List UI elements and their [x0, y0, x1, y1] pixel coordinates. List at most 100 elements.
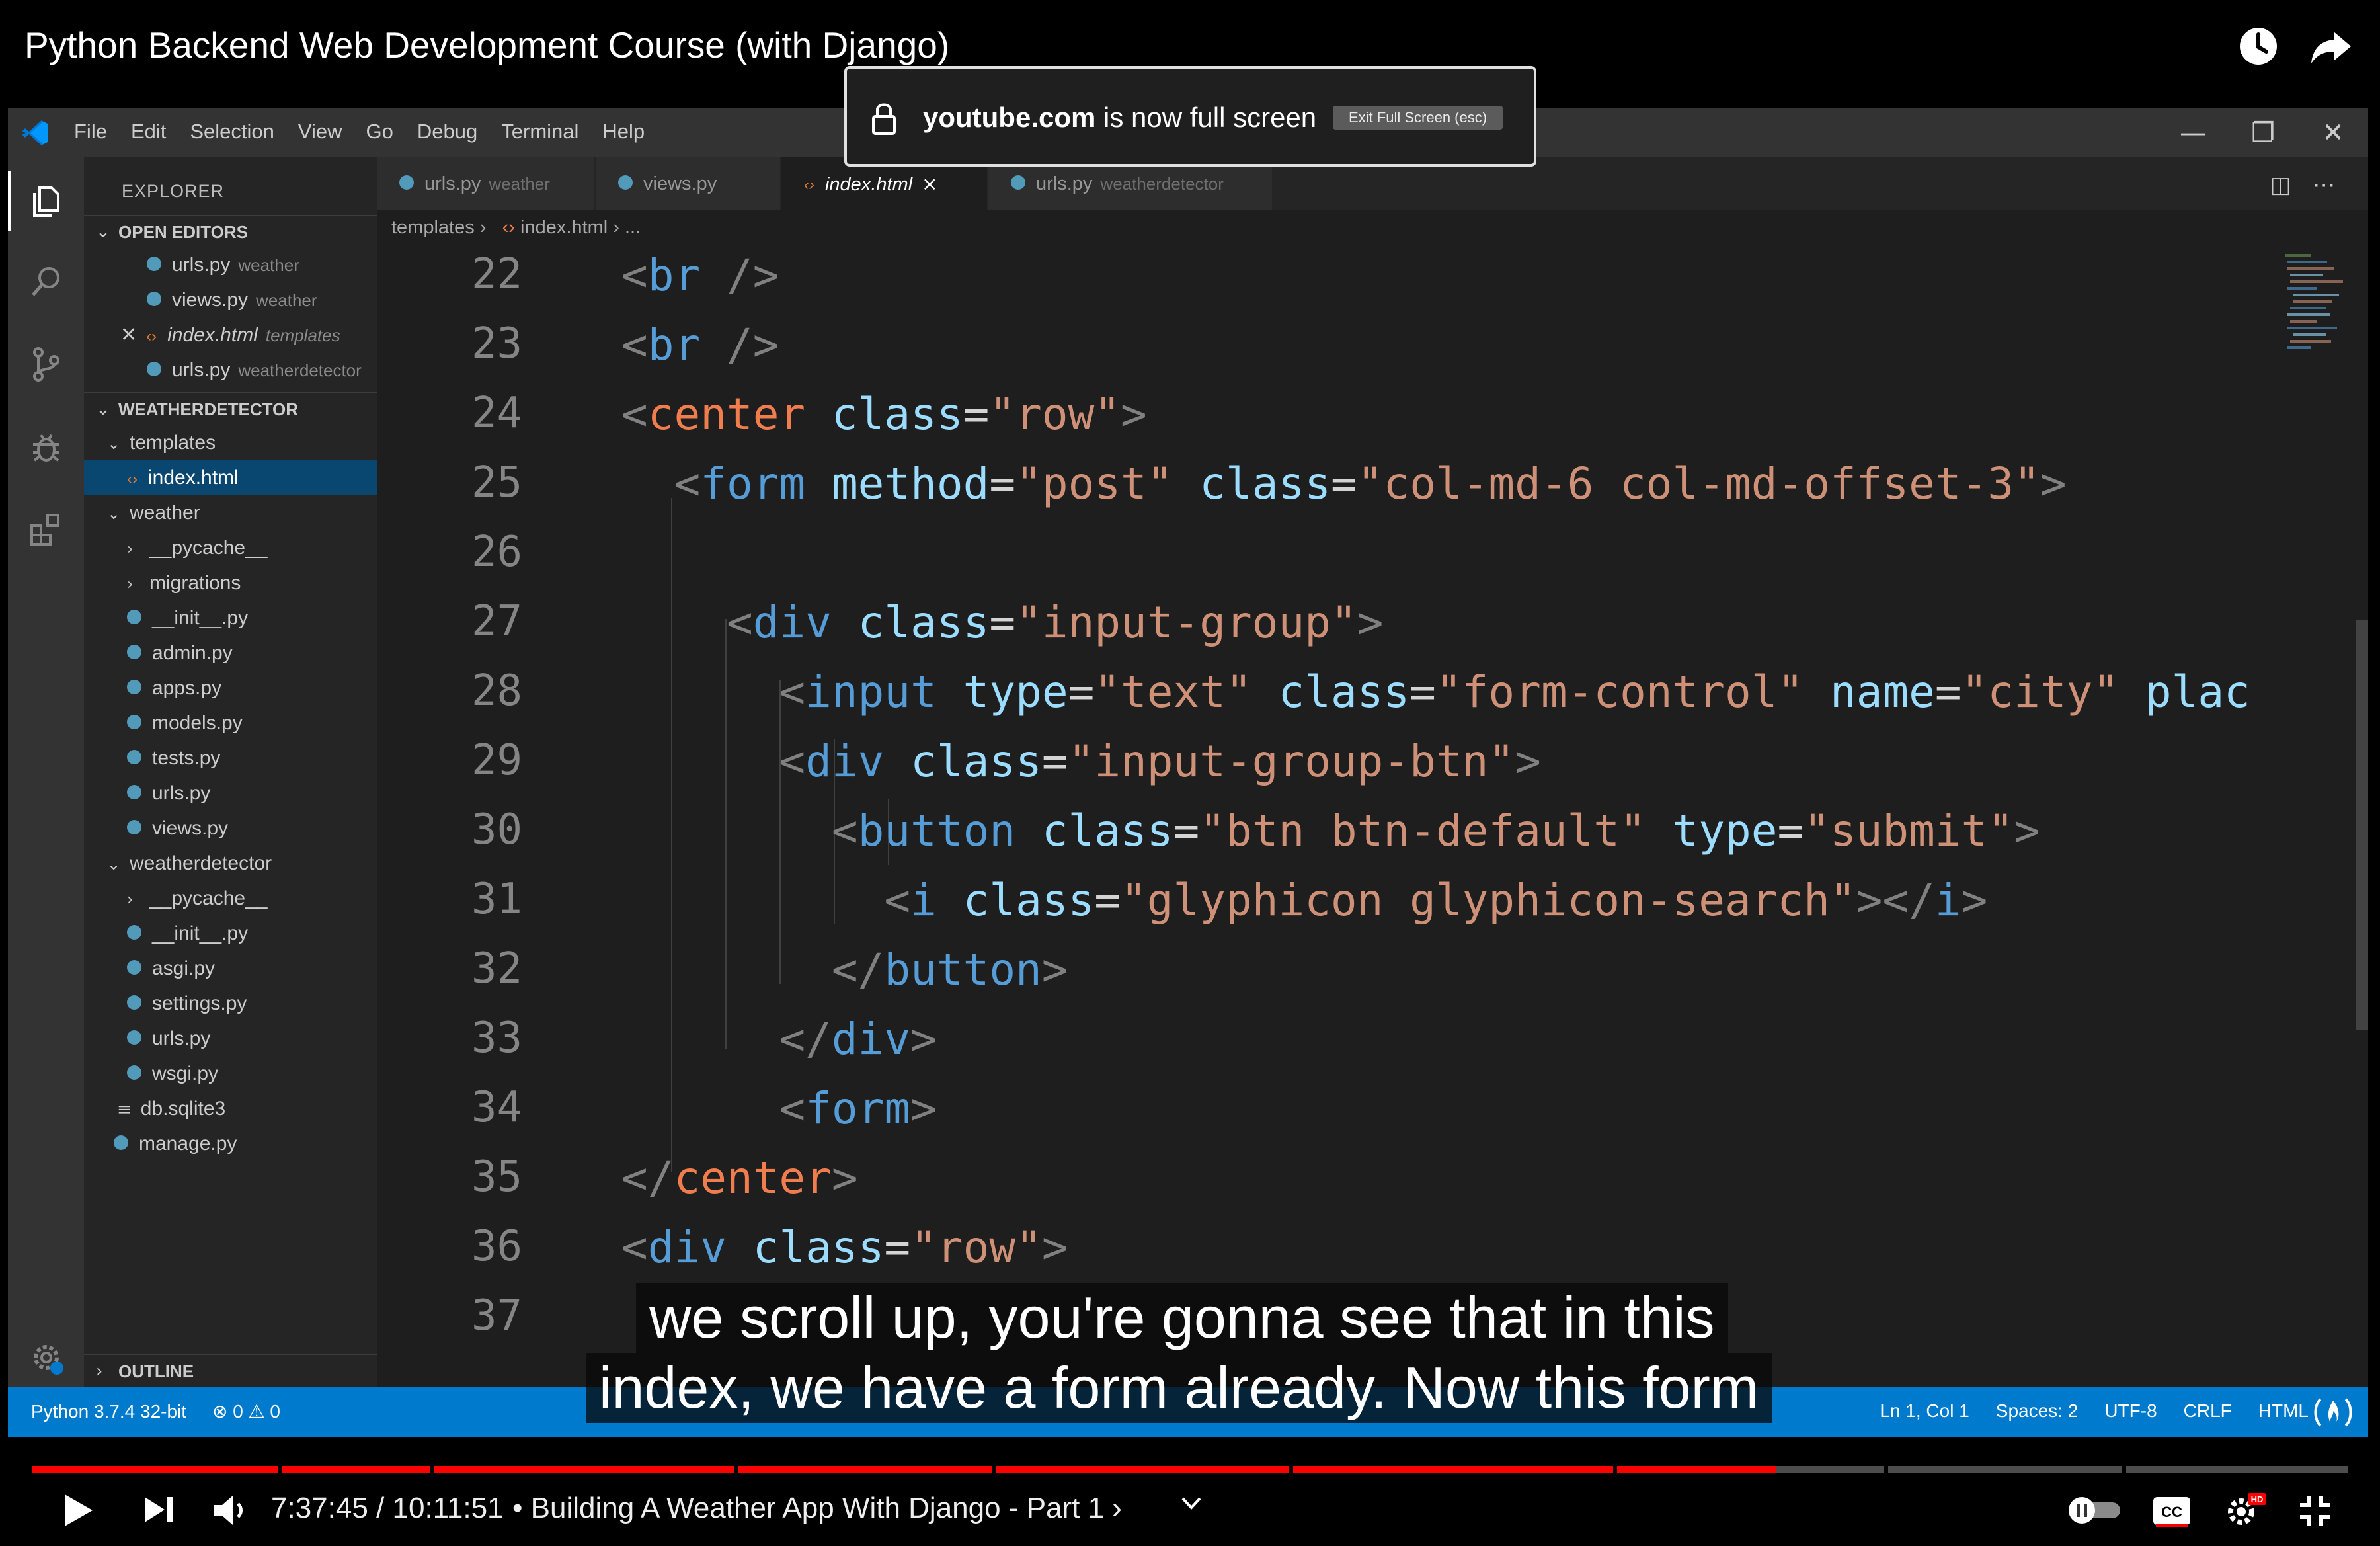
file-item[interactable]: manage.py: [84, 1126, 377, 1161]
breadcrumb-file[interactable]: index.html: [520, 217, 608, 238]
project-header[interactable]: ⌄ WEATHERDETECTOR: [84, 392, 377, 425]
lock-icon: [872, 103, 896, 135]
fullscreen-notice: youtube.com is now full screen Exit Full…: [844, 66, 1536, 167]
open-editors-header[interactable]: ⌄ OPEN EDITORS: [84, 215, 377, 248]
next-icon[interactable]: [142, 1494, 175, 1525]
explorer-files-icon[interactable]: [28, 183, 65, 220]
scrollbar-thumb[interactable]: [2356, 620, 2368, 1030]
html-file-icon: ‹›: [127, 469, 138, 488]
close-window-icon[interactable]: ✕: [2298, 118, 2368, 148]
video-frame[interactable]: File Edit Selection View Go Debug Termin…: [8, 108, 2368, 1437]
open-editor-item[interactable]: views.py weather: [84, 282, 377, 317]
python-file-icon: [147, 362, 161, 377]
chevron-right-icon: ›: [479, 217, 497, 238]
code-line: <i class="glyphicon glyphicon-search"></…: [884, 875, 1988, 926]
line-number: 34: [471, 1083, 522, 1132]
exit-fullscreen-icon[interactable]: [2297, 1493, 2333, 1529]
restore-icon[interactable]: ❐: [2228, 118, 2298, 148]
menu-debug[interactable]: Debug: [417, 120, 477, 143]
tab-views[interactable]: views.py: [596, 157, 781, 210]
file-index-html-selected[interactable]: ‹› index.html: [84, 460, 377, 495]
extensions-icon[interactable]: [28, 511, 65, 548]
cursor-position[interactable]: Ln 1, Col 1: [1880, 1401, 1969, 1422]
file-item[interactable]: tests.py: [84, 741, 377, 776]
video-title: Python Backend Web Development Course (w…: [24, 24, 950, 65]
folder-weather[interactable]: ⌄ weather: [84, 495, 377, 530]
file-item[interactable]: asgi.py: [84, 951, 377, 986]
volume-icon[interactable]: [212, 1493, 251, 1527]
menu-terminal[interactable]: Terminal: [501, 120, 578, 143]
python-interpreter[interactable]: Python 3.7.4 32-bit: [31, 1401, 186, 1422]
close-tab-icon[interactable]: ×: [922, 173, 937, 195]
menu-view[interactable]: View: [298, 120, 342, 143]
clock-icon[interactable]: [2235, 22, 2282, 70]
channel-subscribe-icon[interactable]: [2311, 1393, 2355, 1432]
source-control-icon[interactable]: [28, 346, 65, 383]
progress-played: [32, 1466, 1776, 1473]
share-arrow-icon[interactable]: [2307, 22, 2355, 70]
menu-selection[interactable]: Selection: [190, 120, 274, 143]
problems-count[interactable]: ⊗ 0 ⚠ 0: [212, 1401, 280, 1422]
search-icon[interactable]: [28, 263, 65, 300]
file-item[interactable]: admin.py: [84, 635, 377, 671]
file-item[interactable]: settings.py: [84, 986, 377, 1021]
chapter-divider: [2122, 1465, 2126, 1474]
menu-help[interactable]: Help: [602, 120, 645, 143]
python-file-icon: [618, 175, 633, 190]
outline-header[interactable]: › OUTLINE: [84, 1354, 377, 1387]
code-line: <div class="input-group">: [726, 597, 1384, 648]
file-item[interactable]: __init__.py: [84, 600, 377, 635]
open-editor-item[interactable]: urls.py weatherdetector: [84, 352, 377, 387]
settings-gear-icon[interactable]: [28, 1339, 65, 1376]
more-actions-icon[interactable]: ⋯: [2313, 172, 2335, 198]
file-item[interactable]: urls.py: [84, 1021, 377, 1056]
code-line: </center>: [621, 1153, 858, 1203]
indentation[interactable]: Spaces: 2: [1996, 1401, 2079, 1422]
minimap[interactable]: [2282, 250, 2348, 395]
code-editor[interactable]: 22 23 24 25 26 27 28 29 30 31 32 33 34 3…: [377, 250, 2281, 1387]
line-endings[interactable]: CRLF: [2184, 1401, 2232, 1422]
breadcrumb-tail[interactable]: ...: [625, 217, 641, 238]
folder-migrations[interactable]: › migrations: [84, 565, 377, 600]
menu-go[interactable]: Go: [366, 120, 393, 143]
exit-fullscreen-button[interactable]: Exit Full Screen (esc): [1333, 106, 1503, 130]
debug-bug-icon[interactable]: [28, 428, 65, 466]
code-line: </button>: [831, 944, 1068, 995]
language-mode[interactable]: HTML: [2258, 1401, 2309, 1422]
file-item[interactable]: __init__.py: [84, 916, 377, 951]
breadcrumb-folder[interactable]: templates: [391, 217, 475, 238]
file-item[interactable]: models.py: [84, 706, 377, 741]
captions-icon[interactable]: CC: [2152, 1494, 2192, 1527]
minimize-icon[interactable]: —: [2158, 118, 2228, 148]
file-encoding[interactable]: UTF-8: [2104, 1401, 2157, 1422]
file-item[interactable]: views.py: [84, 811, 377, 846]
chevron-down-icon[interactable]: [1180, 1496, 1203, 1512]
menu-edit[interactable]: Edit: [131, 120, 166, 143]
python-file-icon: [127, 960, 141, 975]
folder-weatherdetector[interactable]: ⌄ weatherdetector: [84, 846, 377, 881]
open-editor-item-active[interactable]: ✕ ‹› index.html templates: [84, 317, 377, 352]
tab-urls-weather[interactable]: urls.py weather: [377, 157, 595, 210]
folder-pycache[interactable]: › __pycache__: [84, 881, 377, 916]
file-item[interactable]: wsgi.py: [84, 1056, 377, 1091]
file-item[interactable]: ≡ db.sqlite3: [84, 1091, 377, 1126]
file-item[interactable]: urls.py: [84, 776, 377, 811]
html-file-icon: ‹›: [804, 176, 814, 194]
open-editor-item[interactable]: urls.py weather: [84, 247, 377, 282]
html-file-icon: ‹›: [502, 217, 515, 238]
chapter-title[interactable]: • Building A Weather App With Django - P…: [512, 1492, 1122, 1525]
folder-pycache[interactable]: › __pycache__: [84, 530, 377, 565]
menu-file[interactable]: File: [74, 120, 107, 143]
python-file-icon: [127, 645, 141, 660]
file-item[interactable]: apps.py: [84, 671, 377, 706]
close-editor-icon[interactable]: ✕: [120, 323, 137, 346]
split-editor-icon[interactable]: ◫: [2270, 172, 2291, 198]
autoplay-toggle-icon[interactable]: [2066, 1496, 2123, 1525]
settings-gear-icon[interactable]: HD: [2223, 1490, 2268, 1529]
chevron-down-icon: ⌄: [107, 505, 121, 523]
folder-templates[interactable]: ⌄ templates: [84, 425, 377, 460]
chapter-divider: [1289, 1465, 1293, 1474]
play-icon[interactable]: [58, 1492, 98, 1529]
breadcrumb: templates › ‹› index.html › ...: [391, 217, 641, 239]
time-display: 7:37:45 / 10:11:51: [271, 1492, 504, 1524]
